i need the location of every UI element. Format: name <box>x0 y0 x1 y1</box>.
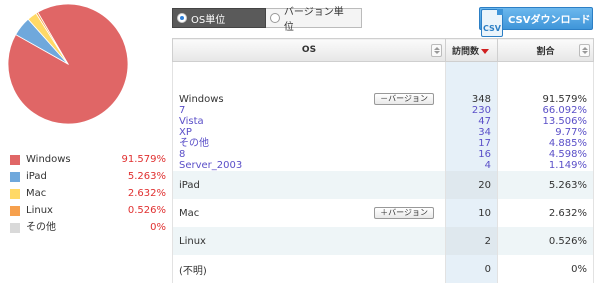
visits-value: 2 <box>445 227 498 255</box>
pie-legend: Windows 91.579% iPad 5.263% Mac 2.632% L… <box>10 151 166 236</box>
legend-item-windows: Windows 91.579% <box>10 151 166 168</box>
table-header-row: OS 訪問数 割合 <box>172 38 594 62</box>
os-version: Vista <box>179 116 204 127</box>
view-toggle: OS単位 バージョン単位 <box>172 7 362 33</box>
visits-value: 20 <box>445 171 498 199</box>
radio-selected-icon <box>177 13 187 23</box>
radio-unselected-icon <box>270 13 280 23</box>
header-visits-label: 訪問数 <box>452 46 480 57</box>
collapse-version-button[interactable]: －バージョン <box>374 93 434 105</box>
ratio-value: 5.263% <box>497 171 594 199</box>
header-os-label: OS <box>301 45 317 55</box>
os-table: OS 訪問数 割合 －バージョン Windows 7 Vista XP その他 … <box>172 38 594 283</box>
visits-value: 230 <box>471 105 491 116</box>
legend-percentage: 0% <box>150 222 166 233</box>
visits-cell: 348 230 47 34 17 16 4 <box>445 61 498 171</box>
os-cell: Mac ＋バージョン <box>172 199 446 227</box>
table-row-ipad: iPad 20 5.263% <box>172 171 594 199</box>
csv-download-label: CSVダウンロード <box>508 15 591 26</box>
table-row-mac: Mac ＋バージョン 10 2.632% <box>172 199 594 227</box>
legend-label: その他 <box>26 222 56 233</box>
os-version: 7 <box>179 105 186 116</box>
ratio-value: 4.598% <box>548 149 587 160</box>
table-row-unknown: (不明) 0 0% <box>172 255 594 283</box>
visits-value: 348 <box>471 94 491 105</box>
ratio-value: 66.092% <box>542 105 588 116</box>
os-version: 8 <box>179 149 186 160</box>
legend-swatch <box>10 206 20 216</box>
header-visits[interactable]: 訪問数 <box>445 38 498 62</box>
legend-percentage: 91.579% <box>121 154 167 165</box>
os-version: XP <box>179 127 192 138</box>
visits-value: 17 <box>478 138 491 149</box>
ratio-value: 0.526% <box>497 227 594 255</box>
os-unit-label: OS単位 <box>191 14 226 26</box>
legend-item-linux: Linux 0.526% <box>10 202 166 219</box>
csv-download-button[interactable]: CSV CSVダウンロード <box>479 7 593 37</box>
legend-percentage: 0.526% <box>127 205 166 216</box>
header-ratio[interactable]: 割合 <box>497 38 594 62</box>
table-row-linux: Linux 2 0.526% <box>172 227 594 255</box>
visits-value: 47 <box>478 116 491 127</box>
os-name: (不明) <box>172 255 446 283</box>
os-name: Linux <box>172 227 446 255</box>
ratio-value: 1.149% <box>548 160 587 171</box>
csv-file-icon: CSV <box>481 9 503 37</box>
ratio-value: 2.632% <box>497 199 594 227</box>
legend-label: Linux <box>26 205 53 216</box>
legend-swatch <box>10 155 20 165</box>
legend-swatch <box>10 223 20 233</box>
legend-label: Mac <box>26 188 47 199</box>
ratio-value: 0% <box>497 255 594 283</box>
legend-swatch <box>10 172 20 182</box>
visits-value: 4 <box>484 160 491 171</box>
expand-version-button[interactable]: ＋バージョン <box>374 207 434 219</box>
legend-item-ipad: iPad 5.263% <box>10 168 166 185</box>
ratio-value: 13.506% <box>542 116 588 127</box>
legend-label: iPad <box>26 171 47 182</box>
sort-icon[interactable] <box>431 44 442 57</box>
visits-value: 34 <box>478 127 491 138</box>
version-unit-toggle[interactable]: バージョン単位 <box>266 7 362 33</box>
visits-value: 0 <box>445 255 498 283</box>
os-name: Mac <box>179 207 200 219</box>
sort-icon[interactable] <box>579 44 590 57</box>
header-os[interactable]: OS <box>172 38 446 62</box>
os-version: Server_2003 <box>179 160 243 171</box>
header-ratio-label: 割合 <box>536 46 555 57</box>
os-pie-chart <box>7 3 129 125</box>
legend-percentage: 5.263% <box>127 171 166 182</box>
os-unit-toggle[interactable]: OS単位 <box>172 8 266 28</box>
ratio-value: 9.77% <box>555 127 587 138</box>
ratio-cell: 91.579% 66.092% 13.506% 9.77% 4.885% 4.5… <box>497 61 594 171</box>
version-unit-label: バージョン単位 <box>283 7 344 33</box>
os-name: iPad <box>172 171 446 199</box>
legend-label: Windows <box>26 154 71 165</box>
os-cell: －バージョン Windows 7 Vista XP その他 8 Server_2… <box>172 61 446 171</box>
legend-swatch <box>10 189 20 199</box>
ratio-value: 4.885% <box>548 138 587 149</box>
table-row-windows: －バージョン Windows 7 Vista XP その他 8 Server_2… <box>172 61 594 171</box>
sort-desc-icon[interactable] <box>481 48 490 54</box>
legend-item-mac: Mac 2.632% <box>10 185 166 202</box>
os-version: その他 <box>179 138 209 149</box>
visits-value: 16 <box>478 149 491 160</box>
legend-item-other: その他 0% <box>10 219 166 236</box>
ratio-value: 91.579% <box>542 94 588 105</box>
legend-percentage: 2.632% <box>127 188 166 199</box>
visits-value: 10 <box>445 199 498 227</box>
